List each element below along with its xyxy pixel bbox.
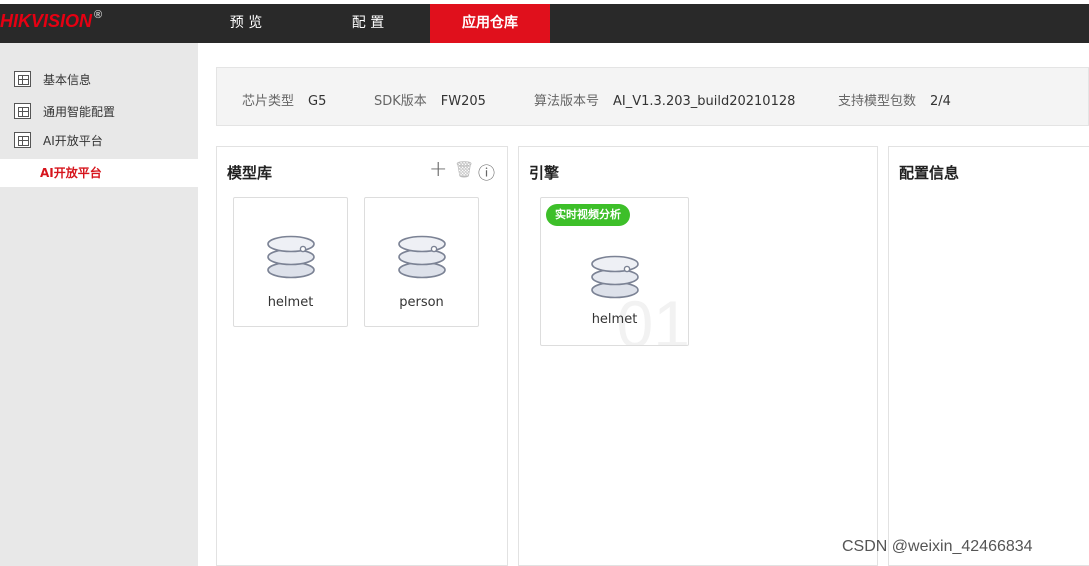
grid-icon <box>14 103 31 119</box>
sidebar-item-ai-platform[interactable]: AI开放平台 <box>14 130 103 150</box>
sidebar-item-label: 通用智能配置 <box>43 104 116 119</box>
sdk-version-value: FW205 <box>440 94 486 109</box>
config-info-panel: 配置信息 <box>888 146 1089 566</box>
csdn-watermark: CSDN @weixin_42466834 <box>842 538 1033 555</box>
model-package-value: 2/4 <box>930 94 951 109</box>
algorithm-version-value: AI_V1.3.203_build20210128 <box>613 94 796 109</box>
nav-tab-preview[interactable]: 预 览 <box>200 4 292 43</box>
model-package-label: 支持模型包数 <box>838 94 917 109</box>
algorithm-version-label: 算法版本号 <box>534 94 600 109</box>
device-info-bar: 芯片类型 G5 SDK版本 FW205 算法版本号 AI_V1.3.203_build… <box>216 67 1089 126</box>
database-icon <box>591 255 639 299</box>
engine-title: 引擎 <box>529 164 560 182</box>
chip-type-info: 芯片类型 G5 <box>242 90 326 109</box>
nav-tab-config[interactable]: 配 置 <box>322 4 414 43</box>
config-info-title: 配置信息 <box>899 164 960 182</box>
sidebar-item-label: AI开放平台 <box>43 133 103 148</box>
algorithm-version-info: 算法版本号 AI_V1.3.203_build20210128 <box>534 90 795 109</box>
chip-type-value: G5 <box>308 94 327 109</box>
top-navigation-bar: HIKVISION ® 预 览 配 置 应用仓库 <box>0 0 1089 43</box>
sidebar: 基本信息 通用智能配置 AI开放平台 AI开放平台 <box>0 43 198 566</box>
model-package-info: 支持模型包数 2/4 <box>838 90 951 109</box>
model-card-label: person <box>399 295 444 310</box>
hikvision-logo: HIKVISION ® <box>0 9 103 32</box>
info-icon[interactable]: ⓘ <box>478 159 495 184</box>
model-library-title: 模型库 <box>227 164 273 182</box>
add-icon[interactable]: + <box>429 157 447 182</box>
sidebar-item-basic-info[interactable]: 基本信息 <box>14 69 91 89</box>
database-icon <box>267 235 315 279</box>
database-icon <box>398 235 446 279</box>
logo-text: HIKVISION <box>0 11 93 31</box>
model-card-label: helmet <box>267 295 314 310</box>
sdk-version-info: SDK版本 FW205 <box>374 90 486 109</box>
sidebar-subitem-ai-platform[interactable]: AI开放平台 <box>0 159 198 187</box>
model-library-panel: 模型库 + 🗑 ⓘ helmet person <box>216 146 508 566</box>
sdk-version-label: SDK版本 <box>374 94 427 109</box>
grid-icon <box>14 132 31 148</box>
model-card-helmet[interactable]: helmet <box>233 197 348 327</box>
delete-icon[interactable]: 🗑 <box>454 160 474 179</box>
engine-panel: 引擎 01 实时视频分析 helmet <box>518 146 878 566</box>
sidebar-item-label: 基本信息 <box>43 72 92 87</box>
logo-registered-mark: ® <box>94 9 103 21</box>
engine-card-helmet[interactable]: 01 实时视频分析 helmet <box>540 197 689 346</box>
model-card-person[interactable]: person <box>364 197 479 327</box>
sidebar-item-general-smart-config[interactable]: 通用智能配置 <box>14 101 115 121</box>
engine-card-label: helmet <box>591 312 638 327</box>
nav-tab-app-store[interactable]: 应用仓库 <box>430 4 550 43</box>
chip-type-label: 芯片类型 <box>242 94 295 109</box>
realtime-video-analysis-tag: 实时视频分析 <box>546 204 630 226</box>
grid-icon <box>14 71 31 87</box>
